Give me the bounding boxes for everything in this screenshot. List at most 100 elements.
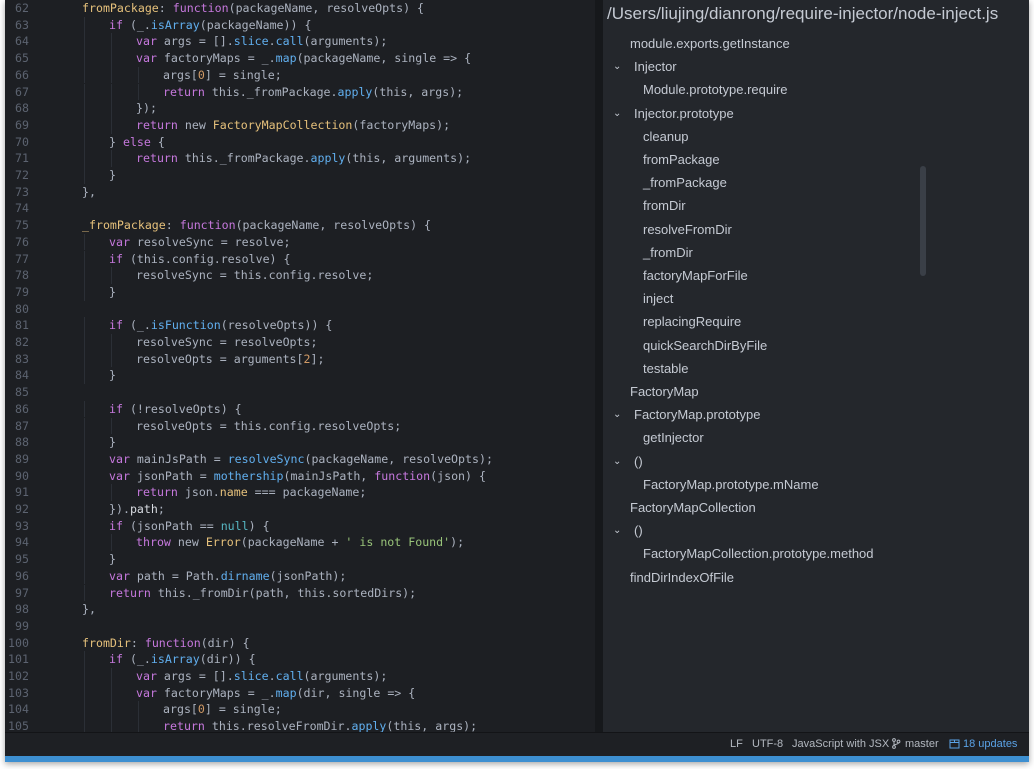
encoding-selector[interactable]: UTF-8: [752, 738, 783, 750]
code-line[interactable]: fromPackage: function(packageName, resol…: [82, 0, 424, 17]
symbol-item[interactable]: FactoryMap.prototype.mName: [643, 477, 819, 493]
code-line[interactable]: },: [82, 601, 96, 618]
code-line[interactable]: },: [82, 184, 96, 201]
indent-guide: [138, 718, 139, 732]
symbol-item[interactable]: Injector: [634, 59, 677, 75]
code-line[interactable]: return json.name === packageName;: [136, 484, 366, 501]
code-line[interactable]: if (_.isArray(packageName)) {: [109, 17, 311, 34]
code-line[interactable]: var factoryMaps = _.map(packageName, sin…: [136, 50, 471, 67]
code-line[interactable]: } else {: [109, 134, 165, 151]
code-line[interactable]: var args = [].slice.call(arguments);: [136, 33, 387, 50]
code-line[interactable]: throw new Error(packageName + ' is not F…: [136, 534, 464, 551]
line-number: 75: [15, 218, 29, 233]
code-token: ];: [310, 351, 325, 366]
code-line[interactable]: resolveOpts = arguments[2];: [136, 351, 324, 368]
code-line[interactable]: var factoryMaps = _.map(dir, single => {: [136, 685, 415, 702]
symbol-item[interactable]: testable: [643, 361, 689, 377]
code-token: call: [275, 34, 304, 49]
symbol-item[interactable]: Injector.prototype: [634, 106, 734, 122]
code-line[interactable]: resolveSync = this.config.resolve;: [136, 267, 373, 284]
code-token: apply: [310, 151, 346, 166]
symbol-item[interactable]: getInjector: [643, 430, 704, 446]
git-branch-label[interactable]: master: [905, 738, 939, 750]
symbol-item[interactable]: FactoryMap.prototype: [634, 407, 760, 423]
code-line[interactable]: return this._fromPackage.apply(this, arg…: [163, 84, 463, 101]
code-line[interactable]: var path = Path.dirname(jsonPath);: [109, 568, 346, 585]
symbol-item[interactable]: (): [634, 454, 643, 470]
symbol-item[interactable]: fromDir: [643, 198, 686, 214]
code-token: :: [165, 218, 180, 233]
chevron-down-icon[interactable]: ⌄: [613, 61, 621, 72]
code-line[interactable]: args[0] = single;: [163, 67, 282, 84]
grammar-selector[interactable]: JavaScript with JSX: [792, 738, 889, 750]
code-line[interactable]: return new FactoryMapCollection(factoryM…: [136, 117, 450, 134]
symbol-item[interactable]: factoryMapForFile: [643, 268, 748, 284]
code-line[interactable]: var args = [].slice.call(arguments);: [136, 668, 387, 685]
code-line[interactable]: return this._fromPackage.apply(this, arg…: [136, 150, 471, 167]
chevron-down-icon[interactable]: ⌄: [613, 525, 621, 536]
code-line[interactable]: if (_.isArray(dir)) {: [109, 651, 256, 668]
code-line[interactable]: var jsonPath = mothership(mainJsPath, fu…: [109, 468, 486, 485]
symbol-item[interactable]: FactoryMapCollection: [630, 500, 756, 516]
indent-guide: [84, 317, 85, 334]
code-line[interactable]: }: [109, 284, 116, 301]
line-number: 100: [8, 635, 29, 650]
code-line[interactable]: _fromPackage: function(packageName, reso…: [82, 217, 431, 234]
line-number: 88: [15, 435, 29, 450]
code-line[interactable]: }: [109, 367, 116, 384]
code-token: map: [275, 685, 297, 700]
chevron-down-icon[interactable]: ⌄: [613, 108, 621, 119]
code-token: Error: [205, 535, 241, 550]
code-line[interactable]: return this.resolveFromDir.apply(this, a…: [163, 718, 477, 732]
code-token: (resolveOpts)) {: [220, 318, 333, 333]
chevron-down-icon[interactable]: ⌄: [613, 409, 621, 420]
code-token: path = Path.: [129, 568, 221, 583]
code-token: var: [136, 51, 157, 66]
indent-guide: [84, 417, 85, 435]
symbol-item[interactable]: module.exports.getInstance: [630, 36, 790, 52]
symbol-item[interactable]: replacingRequire: [643, 314, 741, 330]
code-line[interactable]: if (jsonPath == null) {: [109, 518, 270, 535]
code-line[interactable]: fromDir: function(dir) {: [82, 635, 250, 652]
chevron-down-icon[interactable]: ⌄: [613, 456, 621, 467]
pane-divider[interactable]: [595, 0, 603, 732]
code-token: {: [150, 134, 165, 149]
symbol-item[interactable]: _fromPackage: [643, 175, 727, 191]
code-line[interactable]: }: [109, 167, 116, 184]
code-line[interactable]: }: [109, 551, 116, 568]
code-token: (packageName, resolveOpts) {: [235, 218, 432, 233]
symbol-item[interactable]: (): [634, 523, 643, 539]
code-line[interactable]: if (_.isFunction(resolveOpts)) {: [109, 317, 332, 334]
code-editor[interactable]: 62 63 64 65 66 67 68 69 70 71 72 73 74 75 76 77 78 79 80 81…: [5, 0, 595, 732]
code-line[interactable]: });: [136, 100, 157, 117]
package-updates-link[interactable]: 18 updates: [963, 738, 1017, 750]
code-line[interactable]: }).path;: [109, 501, 165, 518]
symbol-item[interactable]: FactoryMapCollection.prototype.method: [643, 546, 874, 562]
symbol-item[interactable]: Module.prototype.require: [643, 82, 788, 98]
code-line[interactable]: var mainJsPath = resolveSync(packageName…: [109, 451, 493, 468]
symbol-item[interactable]: findDirIndexOfFile: [630, 570, 734, 586]
code-line[interactable]: resolveOpts = this.config.resolveOpts;: [136, 418, 401, 435]
symbol-item[interactable]: resolveFromDir: [643, 222, 732, 238]
code-token: else: [122, 134, 151, 149]
symbol-item[interactable]: inject: [643, 291, 673, 307]
symbol-item[interactable]: FactoryMap: [630, 384, 699, 400]
line-ending-selector[interactable]: LF: [730, 738, 743, 750]
code-token: (factoryMaps);: [352, 117, 451, 132]
code-line[interactable]: var resolveSync = resolve;: [109, 234, 291, 251]
indent-guide: [84, 350, 85, 368]
code-line[interactable]: }: [109, 434, 116, 451]
code-line[interactable]: if (!resolveOpts) {: [109, 401, 242, 418]
line-number: 90: [15, 468, 29, 483]
code-line[interactable]: return this._fromDir(path, this.sortedDi…: [109, 585, 416, 602]
code-line[interactable]: args[0] = single;: [163, 701, 282, 718]
symbol-item[interactable]: quickSearchDirByFile: [643, 338, 767, 354]
code-token: (packageName, single => {: [296, 51, 472, 66]
code-line[interactable]: resolveSync = resolveOpts;: [136, 334, 317, 351]
code-line[interactable]: if (this.config.resolve) {: [109, 251, 291, 268]
symbol-item[interactable]: fromPackage: [643, 152, 720, 168]
symbol-item[interactable]: _fromDir: [643, 245, 693, 261]
line-number: 103: [8, 685, 29, 700]
symbol-item[interactable]: cleanup: [643, 129, 689, 145]
symbols-scrollbar[interactable]: [920, 166, 926, 276]
